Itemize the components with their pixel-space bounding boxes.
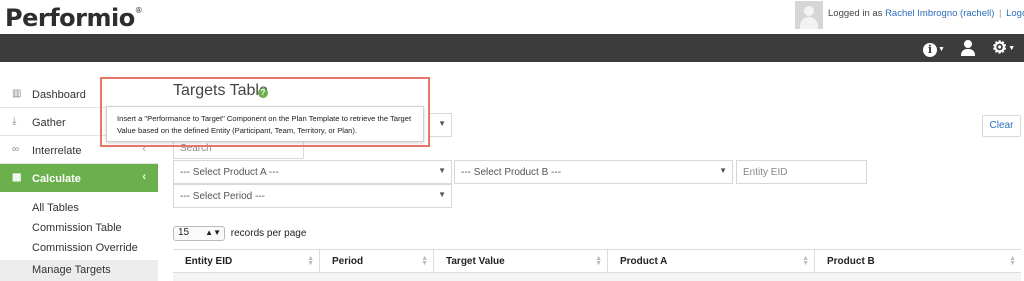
sort-icon: ▲ ▼ <box>1009 255 1016 267</box>
records-per-page-label: records per page <box>230 228 307 240</box>
records-per-page-select[interactable]: 15 ▲▼ <box>173 226 225 241</box>
user-name-link[interactable]: Rachel Imbrogno (rachell) <box>885 8 994 19</box>
info-icon[interactable]: i ▼ <box>923 40 945 57</box>
column-header-period[interactable]: Period ▲ ▼ <box>319 250 433 273</box>
sort-icon: ▲ ▼ <box>802 255 809 267</box>
product-b-select[interactable]: --- Select Product B --- ▼ <box>454 160 733 184</box>
sidebar-item-label: Gather <box>32 117 66 129</box>
sidebar-item-label: Interrelate <box>32 145 82 157</box>
table-header: Entity EID ▲ ▼ Period ▲ ▼ Target Value ▲ ▼ Pro… <box>173 249 1021 273</box>
records-per-page: 15 ▲▼ records per page <box>173 226 306 241</box>
sort-icon: ▲ ▼ <box>595 255 602 267</box>
partial-select[interactable]: ▼ <box>430 113 452 137</box>
chevron-left-icon: ‹ <box>142 171 146 183</box>
sidebar-subitem-all-tables[interactable]: All Tables <box>0 198 158 219</box>
sidebar-subitem-manage-targets[interactable]: Manage Targets <box>0 260 158 281</box>
table-icon: ▦ <box>12 172 22 183</box>
dropdown-arrow-icon: ▼ <box>438 166 446 175</box>
login-status: Logged in as Rachel Imbrogno (rachell) |… <box>828 8 1024 19</box>
select-value: --- Select Product A --- <box>180 167 279 178</box>
logout-link[interactable]: Logout <box>1006 8 1024 19</box>
column-header-entity-eid[interactable]: Entity EID ▲ ▼ <box>173 250 319 273</box>
column-header-product-a[interactable]: Product A ▲ ▼ <box>607 250 814 273</box>
link-icon: ∞ <box>12 144 20 155</box>
clear-button[interactable]: Clear <box>982 115 1021 137</box>
table-row[interactable] <box>173 273 1021 281</box>
logged-in-label: Logged in as <box>828 8 883 19</box>
select-value: --- Select Product B --- <box>461 167 562 178</box>
gear-icon[interactable]: ⚙▼ <box>992 38 1015 58</box>
select-value: --- Select Period --- <box>180 191 266 202</box>
download-icon: ⤓ <box>12 116 17 127</box>
sort-icon: ▲ ▼ <box>421 255 428 267</box>
performio-logo[interactable]: Performio® <box>5 4 143 32</box>
sidebar-item-label: Calculate <box>32 173 81 185</box>
column-header-target-value[interactable]: Target Value ▲ ▼ <box>433 250 607 273</box>
separator: | <box>999 8 1002 19</box>
sidebar-subitem-commission-table[interactable]: Commission Table <box>0 218 158 239</box>
sidebar-item-calculate[interactable]: ▦ Calculate ‹ <box>0 164 158 192</box>
sidebar-subitem-commission-override[interactable]: Commission Override <box>0 238 158 259</box>
bar-chart-icon: ▥ <box>12 88 22 99</box>
entity-eid-input[interactable]: Entity EID <box>736 160 867 184</box>
user-icon[interactable] <box>961 40 975 56</box>
top-header: Performio® Logged in as Rachel Imbrogno … <box>0 0 1024 34</box>
dropdown-arrow-icon: ▼ <box>438 190 446 199</box>
sidebar-item-label: Dashboard <box>32 89 86 101</box>
highlight-outline <box>100 77 430 147</box>
sort-icon: ▲ ▼ <box>307 255 314 267</box>
product-a-select[interactable]: --- Select Product A --- ▼ <box>173 160 452 184</box>
toolbar: i ▼ ⚙▼ <box>0 34 1024 62</box>
column-header-product-b[interactable]: Product B ▲ ▼ <box>814 250 1021 273</box>
dropdown-arrow-icon: ▼ <box>719 166 727 175</box>
period-select[interactable]: --- Select Period --- ▼ <box>173 184 452 208</box>
user-avatar[interactable] <box>795 1 823 29</box>
